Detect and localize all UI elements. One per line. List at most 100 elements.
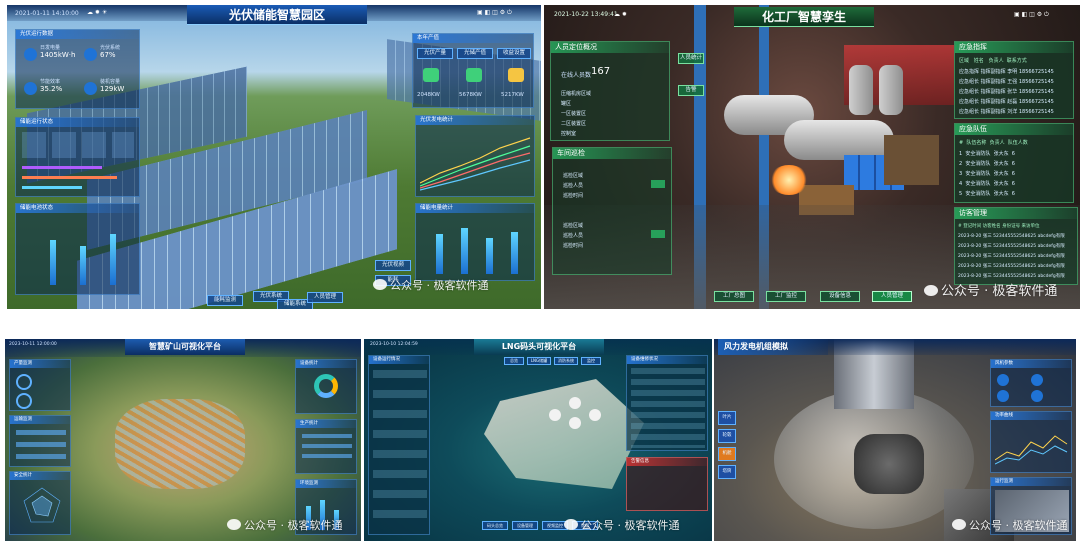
solar-dashboard: 光伏储能智慧园区 2021-01-11 14:10:00 ☁ ✹ ☀ ▣ ◧ ◫…	[7, 5, 541, 309]
people-count: 167	[591, 66, 611, 77]
chart-bar	[511, 232, 518, 274]
wind-dashboard: 风力发电机组模拟 叶片 轮毂 机舱 塔筒 风机参数 功率曲线 运行监测 公众号 …	[714, 339, 1076, 541]
right-panel-visitors: 访客管理 # 登记时间 访客姓名 身份证号 来访单位 2023-8-20 张三 …	[954, 207, 1078, 285]
toolbar-icons[interactable]: ▣ ◧ ◫ ⚙ ⏻	[477, 9, 512, 17]
page-title: 光伏储能智慧园区	[187, 5, 367, 25]
line-chart	[995, 435, 1068, 465]
right-panel-storage-stats: 储能电量统计	[415, 203, 535, 281]
battery-icon	[508, 68, 524, 82]
metric-icon	[84, 48, 97, 61]
tab-pv-output[interactable]: 光伏产量	[417, 48, 453, 59]
right-panel-params: 风机参数	[990, 359, 1072, 407]
nav-people[interactable]: 人员管理	[872, 291, 912, 302]
metric-icon	[84, 82, 97, 95]
table-row: 2023-8-20 张三 523445552548625 abcdefg有限	[958, 274, 1065, 279]
nav-equipment-info[interactable]: 设备信息	[820, 291, 860, 302]
side-button-tower[interactable]: 塔筒	[718, 465, 736, 479]
nav-energy-monitor[interactable]: 能耗监测	[207, 295, 243, 306]
tab-revenue-settings[interactable]: 收益设置	[497, 48, 531, 59]
right-panel-emergency: 应急指挥 区域 姓名 负责人 联系方式 应急指挥 指挥副指挥 李明 185667…	[954, 41, 1074, 119]
radar-chart	[23, 487, 61, 523]
lng-dashboard: LNG码头可视化平台 2023-10-10 12:04:59 总览 LNG储罐 …	[364, 339, 712, 541]
mini-button-pv-video[interactable]: 光伏视频	[375, 260, 411, 271]
param-icon	[997, 374, 1009, 386]
page-title: 智慧矿山可视化平台	[125, 339, 245, 355]
table-row: 3 安全消防队 张大东 6	[959, 171, 1015, 177]
right-panel-power-curve: 功率曲线	[990, 411, 1072, 473]
right-panel-equipment: 设备统计	[295, 359, 357, 414]
chart-bar	[486, 238, 493, 274]
metric-icon	[24, 48, 37, 61]
tab-storage-output[interactable]: 光储产值	[457, 48, 493, 59]
tag-people-stats[interactable]: 人员统计	[678, 53, 704, 64]
left-panel-equipment-status: 设备运行情况	[368, 355, 430, 535]
watermark: 公众号 · 极客软件通	[227, 517, 343, 533]
left-panel-production: 产量监测	[9, 359, 71, 411]
tab-lng-tank[interactable]: LNG储罐	[527, 357, 551, 365]
stat-value: 2048KW	[417, 92, 440, 98]
right-panel-team: 应急队伍 # 队伍名称 负责人 队伍人数 1 安全消防队 张大东 6 2 安全消…	[954, 123, 1074, 203]
toolbar-icons[interactable]: ▣ ◧ ◫ ⚙ ⏻	[1014, 11, 1049, 19]
table-row: 2023-8-20 张三 523445552548625 abcdefg有限	[958, 254, 1065, 259]
tab-overview[interactable]: 总览	[504, 357, 524, 365]
gauge-icon	[16, 374, 32, 390]
left-panel-safety: 安全统计	[9, 471, 71, 535]
inspect-status-icon	[651, 230, 665, 238]
chart-bar	[461, 228, 468, 274]
table-row: 4 安全消防队 张大东 6	[959, 181, 1015, 187]
table-row: 1 安全消防队 张大东 6	[959, 151, 1015, 157]
left-panel-transport: 运输监测	[9, 415, 71, 467]
table-row: 5 安全消防队 张大东 6	[959, 191, 1015, 197]
energy-icon	[423, 68, 439, 82]
nav-equipment[interactable]: 设备管理	[512, 521, 538, 530]
tab-monitor[interactable]: 监控	[581, 357, 601, 365]
alert-panel: 告警信息	[626, 457, 708, 511]
nav-factory-monitor[interactable]: 工厂监控	[766, 291, 806, 302]
watermark: 公众号 · 极客软件通	[952, 517, 1068, 533]
chart-bar	[110, 234, 116, 285]
param-icon	[997, 390, 1009, 402]
weather-icon: ☁ ✹ ☀	[87, 9, 108, 16]
right-panel-annual-output: 本年产值 光伏产量 光储产值 收益设置 2048KW 5678KW 5217KW	[412, 33, 534, 108]
table-row: 2 安全消防队 张大东 6	[959, 161, 1015, 167]
line-chart	[420, 137, 531, 191]
datetime: 2021-01-11 14:10:00	[15, 10, 79, 17]
watermark: 公众号 · 极客软件通	[564, 517, 680, 533]
left-panel-battery: 储能电池状态	[15, 203, 140, 295]
terminal-map	[484, 379, 644, 489]
tag-alarm[interactable]: 告警	[678, 85, 704, 96]
nav-people[interactable]: 人员管理	[307, 292, 343, 303]
watermark: 公众号 · 极客软件通	[924, 280, 1057, 299]
stat-value: 5217KW	[501, 92, 524, 98]
chart-bar	[436, 234, 443, 274]
inspect-status-icon	[651, 180, 665, 188]
table-row: 应急指挥 指挥副指挥 李明 18566725145	[959, 69, 1054, 75]
side-button-hub[interactable]: 轮毂	[718, 429, 736, 443]
left-panel-inspection: 车间巡检 巡检区域 巡检人员 巡检时间 巡检区域 巡检人员 巡检时间	[552, 147, 672, 275]
nav-terminal-overview[interactable]: 码头总览	[482, 521, 508, 530]
table-row: 应急组长 指挥副指挥 张华 18566725145	[959, 89, 1054, 95]
gauge-icon	[16, 393, 32, 409]
side-button-blade[interactable]: 叶片	[718, 411, 736, 425]
chart-bar	[80, 246, 86, 285]
right-panel-pv-stats: 光伏发电统计	[415, 115, 535, 197]
battery-icon	[466, 68, 482, 82]
datetime: 2023-10-11 12:00:00	[9, 342, 57, 347]
side-button-nacelle[interactable]: 机舱	[718, 447, 736, 461]
param-icon	[1031, 374, 1043, 386]
nav-factory-map[interactable]: 工厂总图	[714, 291, 754, 302]
mine-dashboard: 智慧矿山可视化平台 2023-10-11 12:00:00 产量监测 运输监测 …	[5, 339, 361, 541]
datetime: 2021-10-22 13:49:41	[554, 11, 618, 18]
table-row: 应急组长 指挥副指挥 赵磊 18566725145	[959, 99, 1054, 105]
left-panel-storage-status: 储能运行状态	[15, 117, 140, 197]
left-panel-people: 人员定位概况 在线人员数 167 压缩机房区域 罐区 一区装置区 二区装置区 控…	[550, 41, 670, 141]
chem-dashboard: 化工厂智慧孪生 2021-10-22 13:49:41 ☁ ✹ ▣ ◧ ◫ ⚙ …	[544, 5, 1080, 309]
watermark: 公众号 · 极客软件通	[373, 277, 489, 293]
table-row: 2023-8-20 张三 523445552548625 abcdefg有限	[958, 264, 1065, 269]
page-title: 风力发电机组模拟	[718, 339, 828, 355]
weather-icon: ☁ ✹	[614, 11, 627, 18]
tab-fire-system[interactable]: 消防系统	[554, 357, 578, 365]
table-row: 应急组长 指挥副指挥 刘洋 18566725145	[959, 109, 1054, 115]
donut-chart	[314, 374, 338, 398]
table-row: 2023-8-20 张三 523445552548625 abcdefg有限	[958, 234, 1065, 239]
